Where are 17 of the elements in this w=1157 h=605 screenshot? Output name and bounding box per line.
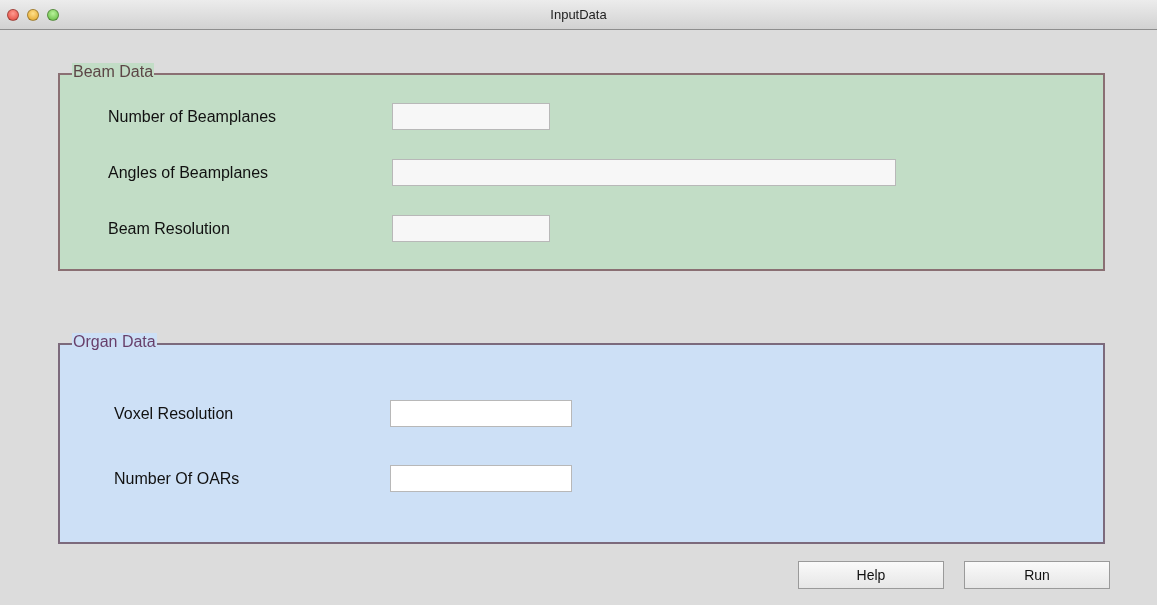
action-button[interactable]: Run [964,561,1110,589]
zoom-icon[interactable] [47,8,59,21]
close-icon[interactable] [7,8,19,21]
input-field[interactable] [392,159,896,186]
panel-title: Organ Data [72,333,157,351]
field-label: Beam Resolution [107,219,231,238]
input-field[interactable] [392,215,550,242]
action-button[interactable]: Help [798,561,944,589]
field-label: Angles of Beamplanes [107,163,270,182]
field-label: Number of Beamplanes [107,107,278,126]
input-field[interactable] [390,465,572,492]
input-field[interactable] [390,400,572,427]
minimize-icon[interactable] [27,8,39,21]
field-label: Number Of OARs [113,469,241,488]
field-label: Voxel Resolution [113,404,235,423]
input-field[interactable] [392,103,550,130]
window-title: InputData [550,7,607,22]
